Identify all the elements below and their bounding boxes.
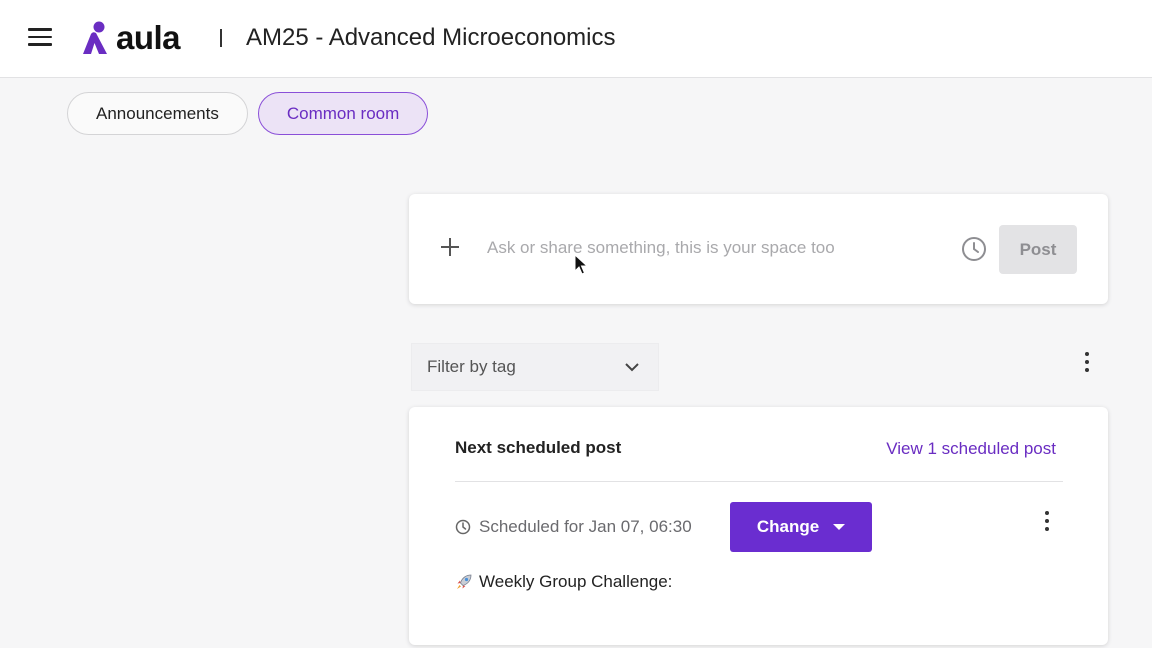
rocket-icon — [457, 574, 472, 589]
scheduled-heading: Next scheduled post — [455, 438, 622, 457]
clock-icon — [455, 519, 471, 535]
scheduled-post-card: Next scheduled post View 1 scheduled pos… — [409, 407, 1108, 645]
change-button-label: Change — [756, 517, 820, 536]
scheduled-time-text: Scheduled for Jan 07, 06:30 — [479, 517, 692, 536]
post-options-kebab-icon[interactable] — [1044, 511, 1050, 533]
mouse-cursor-icon — [574, 254, 588, 275]
aula-logo[interactable]: aula — [80, 18, 181, 58]
change-schedule-button[interactable]: Change — [730, 502, 872, 552]
post-button[interactable]: Post — [999, 225, 1077, 274]
chevron-down-icon — [625, 363, 639, 372]
tab-bar: Announcements Common room — [67, 92, 429, 135]
schedule-clock-icon[interactable] — [961, 236, 987, 262]
logo-text: aula — [116, 19, 181, 56]
feed-options-kebab-icon[interactable] — [1084, 352, 1090, 374]
view-scheduled-link[interactable]: View 1 scheduled post — [886, 439, 1056, 459]
menu-icon[interactable] — [28, 28, 52, 48]
scheduled-post-preview: Weekly Group Challenge: — [455, 572, 672, 592]
title-separator — [220, 29, 222, 47]
course-title: AM25 - Advanced Microeconomics — [246, 24, 616, 51]
post-composer: Post — [409, 194, 1108, 304]
tab-common-room[interactable]: Common room — [257, 92, 429, 135]
post-title: Weekly Group Challenge: — [479, 572, 673, 591]
post-input[interactable] — [487, 230, 957, 266]
card-divider — [455, 481, 1063, 482]
caret-down-icon — [833, 524, 846, 530]
top-bar: aula AM25 - Advanced Microeconomics — [0, 0, 1152, 78]
tab-announcements[interactable]: Announcements — [67, 92, 248, 135]
filter-label: Filter by tag — [427, 357, 516, 376]
filter-by-tag-dropdown[interactable]: Filter by tag — [411, 343, 659, 391]
plus-icon[interactable] — [439, 236, 461, 258]
aula-logo-mark-icon — [83, 21, 107, 54]
